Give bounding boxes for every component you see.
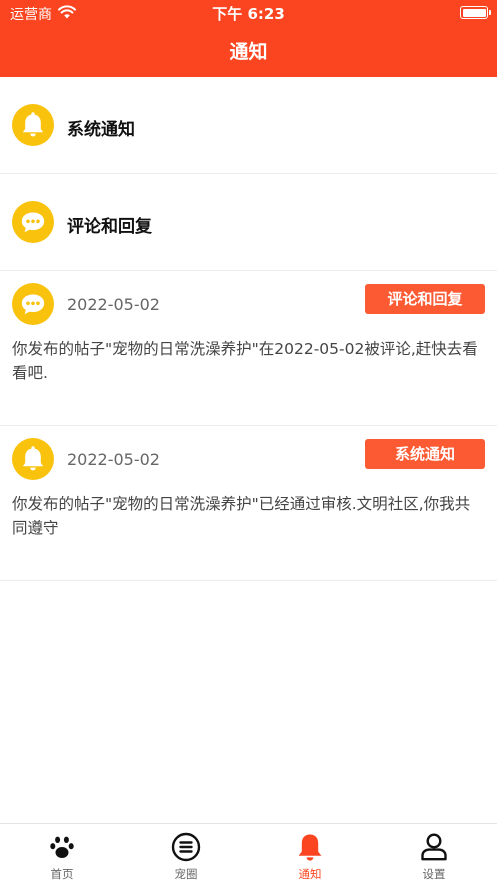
notification-date: 2022-05-02 [67, 295, 160, 314]
page-title: 通知 [229, 41, 268, 63]
person-icon [421, 833, 447, 861]
paw-icon [50, 836, 74, 858]
category-comments-replies[interactable]: 评论和回复 [0, 174, 497, 271]
tab-pet-circle[interactable]: 宠圈 [124, 824, 248, 883]
notification-type-badge: 系统通知 [365, 439, 485, 469]
list-circle-icon [171, 832, 201, 862]
notification-message: 你发布的帖子"宠物的日常洗澡养护"已经通过审核.文明社区,你我共同遵守 [12, 495, 471, 537]
tab-label: 通知 [298, 867, 322, 881]
notification-card[interactable]: 2022-05-02 系统通知 你发布的帖子"宠物的日常洗澡养护"已经通过审核.… [0, 426, 497, 581]
bell-icon [298, 834, 322, 861]
tab-label: 首页 [50, 867, 74, 881]
chat-bubble-icon [12, 201, 54, 243]
bell-icon [12, 438, 54, 480]
tab-bar: 首页 宠圈 通知 设置 [0, 823, 497, 883]
chat-bubble-icon [12, 283, 54, 325]
tab-notifications[interactable]: 通知 [248, 824, 372, 883]
status-bar: 运营商 下午 6:23 [0, 0, 497, 26]
tab-label: 宠圈 [174, 867, 198, 881]
notification-date: 2022-05-02 [67, 450, 160, 469]
header-bar: 运营商 下午 6:23 通知 [0, 0, 497, 77]
bell-icon [12, 104, 54, 146]
tab-home[interactable]: 首页 [0, 824, 124, 883]
notification-card[interactable]: 2022-05-02 评论和回复 你发布的帖子"宠物的日常洗澡养护"在2022-… [0, 271, 497, 426]
category-label: 系统通知 [67, 120, 135, 140]
notification-type-badge: 评论和回复 [365, 284, 485, 314]
category-system-notice[interactable]: 系统通知 [0, 77, 497, 174]
status-time: 下午 6:23 [212, 5, 285, 23]
notification-message: 你发布的帖子"宠物的日常洗澡养护"在2022-05-02被评论,赶快去看看吧. [12, 340, 478, 382]
battery-icon [460, 6, 491, 19]
category-label: 评论和回复 [67, 217, 152, 237]
tab-settings[interactable]: 设置 [372, 824, 496, 883]
tab-label: 设置 [422, 867, 446, 881]
